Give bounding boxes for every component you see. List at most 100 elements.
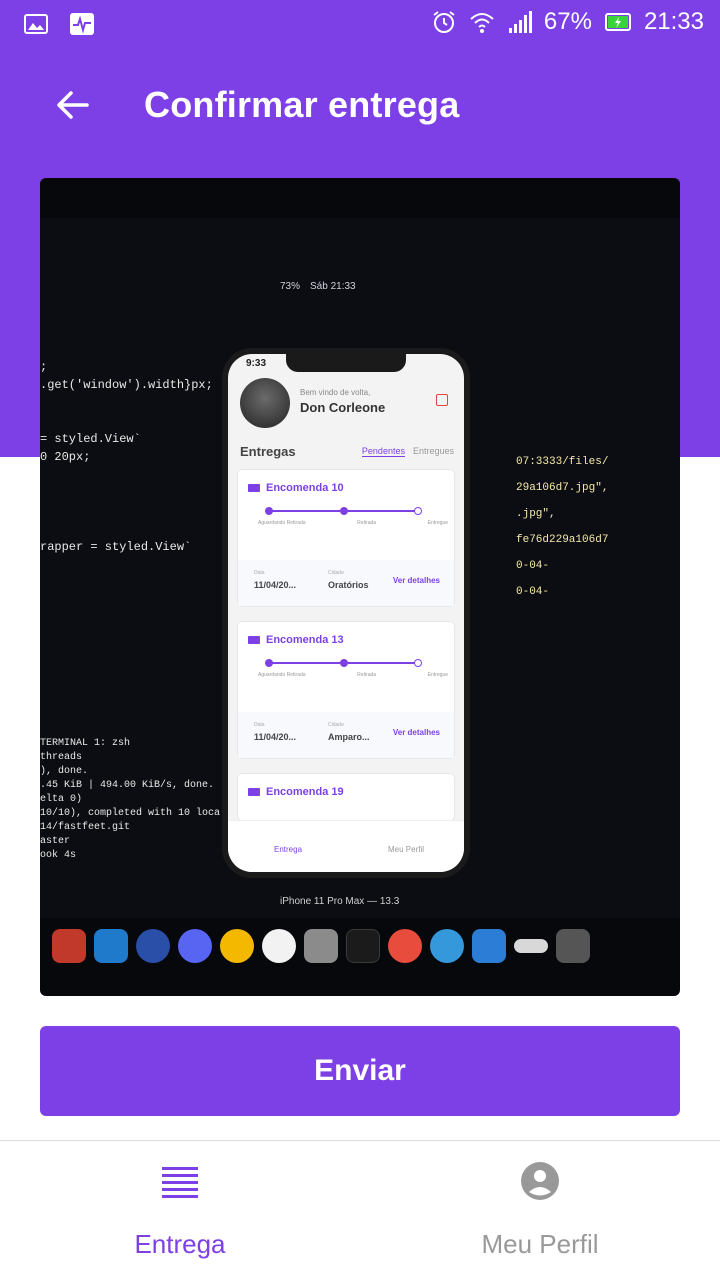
order-title: Encomenda 19 bbox=[266, 786, 344, 798]
terminal-line: .45 KiB | 494.00 KiB/s, done. bbox=[40, 780, 215, 791]
photo-caption: iPhone 11 Pro Max — 13.3 bbox=[280, 896, 400, 907]
section-title: Entregas bbox=[240, 444, 296, 459]
track-label: Retirada bbox=[357, 672, 377, 678]
code-line: rapper = styled.View` bbox=[40, 540, 192, 554]
track-label: Retirada bbox=[357, 520, 377, 526]
truck-icon bbox=[248, 788, 260, 796]
trash-icon bbox=[556, 929, 590, 963]
tab-meu-perfil[interactable]: Meu Perfil bbox=[360, 1141, 720, 1280]
activity-icon bbox=[70, 13, 94, 35]
terminal-line: TERMINAL 1: zsh bbox=[40, 738, 131, 749]
details-link: Ver detalhes bbox=[392, 576, 440, 585]
wifi-icon bbox=[470, 13, 494, 33]
tab-pendentes: Pendentes bbox=[361, 446, 405, 457]
send-button[interactable]: Enviar bbox=[40, 1026, 680, 1116]
code-line: ; bbox=[40, 360, 48, 374]
progress-track bbox=[265, 659, 422, 667]
city-value: Amparo... bbox=[328, 732, 370, 742]
truck-icon bbox=[248, 636, 260, 644]
dock-app-icon bbox=[346, 929, 380, 963]
order-card: Encomenda 19 bbox=[238, 774, 454, 820]
user-circle-icon bbox=[521, 1162, 559, 1200]
dock-app-icon bbox=[514, 939, 548, 953]
code-line: 0-04- bbox=[516, 560, 550, 572]
dock-app-icon bbox=[220, 929, 254, 963]
dock-app-icon bbox=[388, 929, 422, 963]
progress-dot bbox=[340, 659, 348, 667]
details-link: Ver detalhes bbox=[392, 728, 440, 737]
phone-tabs: Pendentes Entregues bbox=[361, 446, 454, 457]
bottom-tabbar: Entrega Meu Perfil bbox=[0, 1140, 720, 1280]
progress-dot bbox=[265, 659, 273, 667]
photo-code-right: 07:3333/files/ 29a106d7.jpg", .jpg", fe7… bbox=[516, 456, 680, 612]
code-line: = styled.View` bbox=[40, 432, 141, 446]
gallery-icon bbox=[24, 14, 48, 34]
city-label: Cidade bbox=[328, 722, 344, 728]
code-line: 0 20px; bbox=[40, 450, 91, 464]
terminal-line: threads bbox=[40, 752, 83, 763]
arrow-left-icon bbox=[57, 91, 89, 119]
status-time: 21:33 bbox=[643, 8, 704, 35]
dock-app-icon bbox=[52, 929, 86, 963]
back-button[interactable] bbox=[48, 80, 98, 130]
phone-time: 9:33 bbox=[246, 358, 267, 369]
track-labels: Aguardando Retirada Retirada Entregue bbox=[258, 520, 448, 526]
discord-icon bbox=[178, 929, 212, 963]
photo-menubar-battery: 73% bbox=[280, 280, 301, 292]
dock-app-icon bbox=[136, 929, 170, 963]
photo-menubar-datetime: Sáb 21:33 bbox=[310, 280, 356, 292]
terminal-line: ook 4s bbox=[40, 850, 77, 861]
photo-dock bbox=[40, 924, 680, 968]
city-value: Oratórios bbox=[328, 580, 369, 590]
battery-percent: 67% bbox=[543, 8, 592, 35]
code-line: 0-04- bbox=[516, 586, 550, 598]
order-footer: Data 11/04/20... Cidade Oratórios Ver de… bbox=[238, 560, 454, 606]
code-line: .get('window').width}px; bbox=[40, 378, 213, 392]
progress-dot bbox=[265, 507, 273, 515]
vscode-icon bbox=[94, 929, 128, 963]
avatar bbox=[240, 378, 290, 428]
phone-notch bbox=[286, 354, 406, 372]
date-value: 11/04/20... bbox=[254, 732, 297, 742]
progress-dot bbox=[340, 507, 348, 515]
tab-label: Meu Perfil bbox=[481, 1229, 599, 1259]
code-line: 29a106d7.jpg", bbox=[516, 482, 609, 494]
city-label: Cidade bbox=[328, 570, 344, 576]
progress-dot bbox=[414, 659, 422, 667]
terminal-line: 14/fastfeet.git bbox=[40, 822, 131, 833]
track-label: Aguardando Retirada bbox=[258, 672, 306, 678]
order-card: Encomenda 13 Aguardando Retirada Retirad… bbox=[238, 622, 454, 758]
date-label: Data bbox=[254, 570, 265, 576]
track-label: Entregue bbox=[427, 672, 448, 678]
track-label: Entregue bbox=[427, 520, 448, 526]
photo-menubar: 73% Sáb 21:33 bbox=[280, 274, 620, 298]
code-line: fe76d229a106d7 bbox=[516, 534, 609, 546]
code-line: .jpg", bbox=[516, 508, 556, 520]
progress-dot bbox=[414, 507, 422, 515]
phone-tabbar: Entrega Meu Perfil bbox=[228, 820, 464, 872]
music-icon bbox=[262, 929, 296, 963]
signal-icon bbox=[508, 11, 532, 33]
photo-terminal: TERMINAL 1: zsh threads ), done. .45 KiB… bbox=[40, 738, 220, 864]
dock-app-icon bbox=[472, 929, 506, 963]
user-name: Don Corleone bbox=[300, 400, 386, 415]
track-labels: Aguardando Retirada Retirada Entregue bbox=[258, 672, 448, 678]
photo-laptop-screen: 73% Sáb 21:33 ; .get('window').width}px;… bbox=[40, 218, 680, 963]
date-label: Data bbox=[254, 722, 265, 728]
dock-app-icon bbox=[430, 929, 464, 963]
order-city: Cidade Oratórios bbox=[328, 570, 369, 590]
tab-entregues: Entregues bbox=[412, 446, 454, 456]
tab-entrega[interactable]: Entrega bbox=[0, 1141, 360, 1280]
order-footer: Data 11/04/20... Cidade Amparo... Ver de… bbox=[238, 712, 454, 758]
terminal-line: elta 0) bbox=[40, 794, 83, 805]
captured-photo: 73% Sáb 21:33 ; .get('window').width}px;… bbox=[40, 178, 680, 996]
terminal-line: aster bbox=[40, 836, 71, 847]
order-date: Data 11/04/20... bbox=[254, 570, 296, 590]
welcome-text: Bem vindo de volta, bbox=[300, 388, 371, 397]
tab-label: Entrega bbox=[134, 1229, 226, 1259]
